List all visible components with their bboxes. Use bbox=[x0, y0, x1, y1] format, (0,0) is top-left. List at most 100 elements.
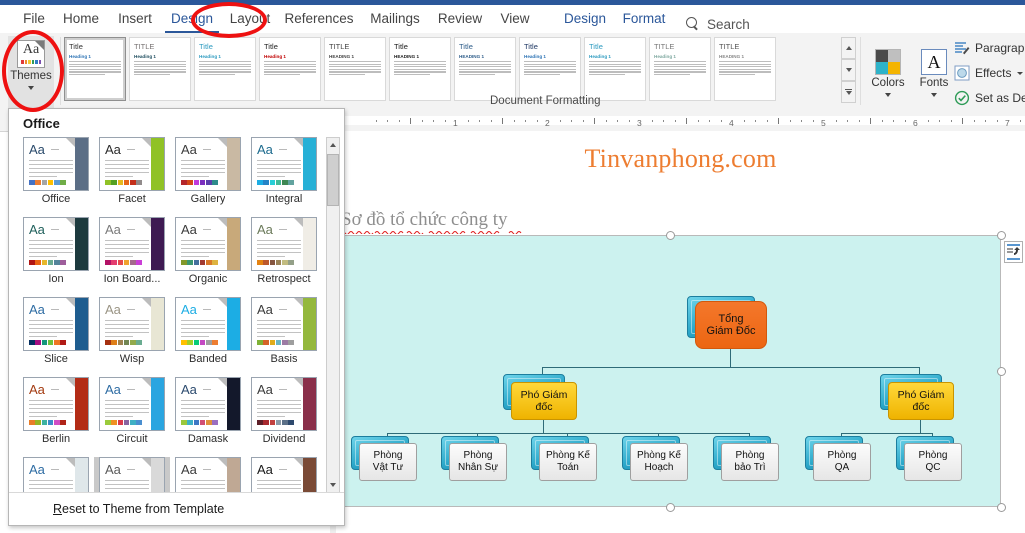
themes-scrollbar[interactable] bbox=[326, 137, 340, 493]
tab-references[interactable]: References bbox=[272, 5, 366, 33]
theme-item-gallery[interactable]: AaGallery bbox=[170, 457, 246, 493]
style-gallery-more[interactable] bbox=[841, 81, 856, 103]
themes-scroll-up-button[interactable] bbox=[327, 138, 339, 152]
theme-color-swatches bbox=[181, 340, 218, 345]
org-node-dept-2[interactable]: Phòng Nhân Sự bbox=[449, 443, 507, 481]
colors-chevron-down-icon[interactable] bbox=[885, 93, 891, 97]
theme-item-berlin[interactable]: Aa Berlin bbox=[18, 377, 94, 457]
theme-color-swatch bbox=[199, 180, 206, 185]
ruler-tick bbox=[720, 120, 722, 122]
theme-body-line bbox=[181, 256, 209, 258]
paragraph-spacing-button[interactable]: Paragraph Spacing bbox=[954, 39, 1025, 57]
theme-item-ion-board-[interactable]: Aa Ion Board... bbox=[94, 217, 170, 297]
document-canvas[interactable]: Tinvanphong.com Sơ đồ tổ chức công ty Tổ… bbox=[336, 131, 1025, 533]
theme-item-facet[interactable]: Aa Facet bbox=[94, 137, 170, 217]
theme-item-retrospect[interactable]: Aa Retrospect bbox=[246, 217, 321, 297]
theme-accent-band bbox=[227, 138, 240, 190]
resize-handle-2[interactable] bbox=[997, 231, 1006, 240]
theme-color-swatches bbox=[105, 260, 142, 265]
theme-body-line bbox=[181, 164, 225, 166]
document-heading: Sơ đồ tổ chức công ty bbox=[341, 209, 508, 230]
style-gallery-scroll[interactable] bbox=[841, 37, 856, 105]
theme-item-gallery[interactable]: AaGallery bbox=[170, 137, 246, 217]
theme-item-office[interactable]: Aa Office bbox=[18, 137, 94, 217]
horizontal-ruler[interactable]: 1 2 3 4 5 6 7 bbox=[336, 112, 1025, 129]
theme-accent-band bbox=[75, 138, 88, 190]
theme-color-swatch bbox=[105, 180, 111, 185]
themes-gallery-dropdown[interactable]: Office Aa Office Aa Facet Aa Gallery Aa Integra… bbox=[8, 108, 345, 526]
style-card-1[interactable]: TITLE Heading 1 bbox=[129, 37, 191, 101]
fonts-chevron-down-icon[interactable] bbox=[931, 93, 937, 97]
theme-accent-band bbox=[303, 378, 316, 430]
reset-to-theme-from-template-button[interactable]: Reset to Theme from Template bbox=[53, 502, 224, 516]
theme-item-frame[interactable]: AaFrame bbox=[94, 457, 170, 493]
org-node-dept-1[interactable]: Phòng Vật Tư bbox=[359, 443, 417, 481]
fonts-button[interactable]: A Fonts bbox=[908, 49, 960, 97]
resize-handle-7[interactable] bbox=[997, 503, 1006, 512]
theme-item-damask[interactable]: Aa Damask bbox=[170, 377, 246, 457]
tab-view[interactable]: View bbox=[484, 5, 546, 33]
chevron-down-icon[interactable] bbox=[28, 86, 34, 90]
set-as-default-button[interactable]: Set as Default bbox=[954, 89, 1025, 107]
style-gallery[interactable]: Title Heading 1 TITLE Heading 1 Title Heading… bbox=[64, 37, 779, 105]
org-node-dept-7[interactable]: Phòng QC bbox=[904, 443, 962, 481]
theme-item-dividend[interactable]: Aa Dividend bbox=[246, 377, 321, 457]
style-card-9[interactable]: TITLE Heading 1 bbox=[649, 37, 711, 101]
theme-body-line bbox=[105, 244, 149, 246]
resize-handle-6[interactable] bbox=[666, 503, 675, 512]
theme-item-main-event[interactable]: AaMain Event bbox=[246, 457, 321, 493]
org-node-dept-5[interactable]: Phòng bảo Trì bbox=[721, 443, 779, 481]
style-card-0[interactable]: Title Heading 1 bbox=[64, 37, 126, 101]
org-node-vp-1[interactable]: Phó Giám đốc bbox=[511, 382, 577, 420]
org-node-ceo[interactable]: Tổng Giám Đốc bbox=[695, 301, 767, 349]
style-card-7[interactable]: Title Heading 1 bbox=[519, 37, 581, 101]
org-node-vp-2[interactable]: Phó Giám đốc bbox=[888, 382, 954, 420]
ruler-tick bbox=[709, 120, 710, 122]
effects-chevron-down-icon[interactable] bbox=[1017, 71, 1024, 75]
effects-button[interactable]: Effects bbox=[954, 64, 1024, 82]
colors-button[interactable]: Colors bbox=[862, 49, 914, 97]
theme-item-ion[interactable]: Aa Ion bbox=[18, 217, 94, 297]
theme-thumbnail: Aa bbox=[99, 217, 165, 271]
theme-item-organic[interactable]: Aa Organic bbox=[170, 217, 246, 297]
style-gallery-scroll-up[interactable] bbox=[841, 37, 856, 59]
theme-item-wisp[interactable]: Aa Wisp bbox=[94, 297, 170, 377]
style-card-title: Title bbox=[459, 43, 473, 51]
style-card-6[interactable]: Title HEADING 1 bbox=[454, 37, 516, 101]
resize-handle-4[interactable] bbox=[997, 367, 1006, 376]
connector-ceo-down bbox=[730, 349, 732, 367]
page-fold-icon bbox=[218, 378, 227, 387]
style-card-4[interactable]: TITLE HEADING 1 bbox=[324, 37, 386, 101]
org-node-dept-3[interactable]: Phòng Kế Toán bbox=[539, 443, 597, 481]
style-card-10[interactable]: TITLE HEADING 1 bbox=[714, 37, 776, 101]
page-fold-icon bbox=[142, 218, 151, 227]
theme-item-droplet[interactable]: AaDroplet bbox=[18, 457, 94, 493]
themes-scrollbar-thumb[interactable] bbox=[327, 154, 339, 206]
themes-button[interactable]: Aa Themes bbox=[8, 36, 54, 108]
style-card-5[interactable]: Title HEADING 1 bbox=[389, 37, 451, 101]
org-node-dept-6[interactable]: Phòng QA bbox=[813, 443, 871, 481]
style-card-8[interactable]: Title Heading 1 bbox=[584, 37, 646, 101]
tab-format-contextual[interactable]: Format bbox=[608, 5, 680, 33]
theme-color-swatch bbox=[263, 260, 269, 265]
theme-item-basis[interactable]: Aa Basis bbox=[246, 297, 321, 377]
theme-body-line bbox=[257, 172, 301, 174]
layout-options-icon[interactable] bbox=[1004, 241, 1023, 263]
themes-grid[interactable]: Aa Office Aa Facet Aa Gallery Aa Integral Aa Ion A… bbox=[18, 137, 321, 493]
style-card-body-lines bbox=[69, 61, 121, 76]
ruler-tick bbox=[927, 120, 929, 122]
ribbon-separator-2 bbox=[860, 37, 861, 105]
theme-color-swatch bbox=[269, 340, 276, 345]
theme-item-slice[interactable]: Aa Slice bbox=[18, 297, 94, 377]
org-node-dept-4[interactable]: Phòng Kế Hoạch bbox=[630, 443, 688, 481]
theme-item-circuit[interactable]: Aa Circuit bbox=[94, 377, 170, 457]
themes-scroll-down-button[interactable] bbox=[327, 478, 339, 492]
style-gallery-scroll-down[interactable] bbox=[841, 59, 856, 81]
theme-color-swatch bbox=[193, 340, 200, 345]
theme-item-banded[interactable]: Aa Banded bbox=[170, 297, 246, 377]
ruler-tick bbox=[651, 120, 653, 122]
theme-item-integral[interactable]: Aa Integral bbox=[246, 137, 321, 217]
style-card-3[interactable]: Title Heading 1 bbox=[259, 37, 321, 101]
resize-handle-1[interactable] bbox=[666, 231, 675, 240]
style-card-2[interactable]: Title Heading 1 bbox=[194, 37, 256, 101]
